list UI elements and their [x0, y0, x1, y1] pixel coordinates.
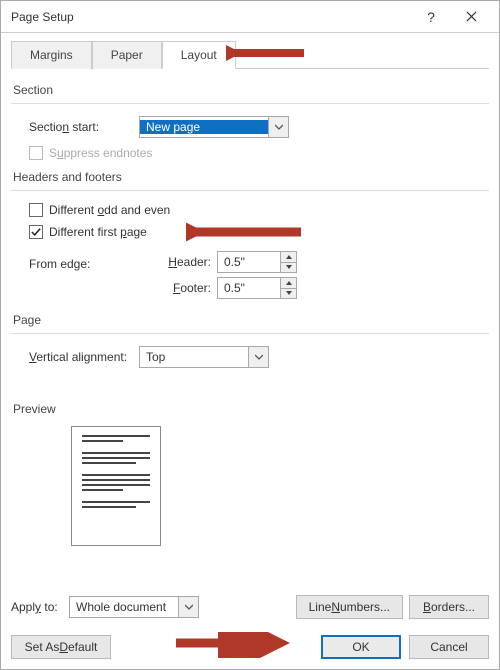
- borders-button[interactable]: Borders...: [409, 595, 489, 619]
- footer-label: Footer:: [157, 281, 217, 295]
- apply-to-combo[interactable]: Whole document: [69, 596, 199, 618]
- close-button[interactable]: [451, 1, 491, 33]
- preview-thumb: [71, 426, 161, 546]
- line-numbers-button[interactable]: Line Numbers...: [296, 595, 403, 619]
- chevron-down-icon: [286, 265, 292, 269]
- footer-bar: Set As Default OK Cancel: [1, 629, 499, 669]
- tab-layout[interactable]: Layout: [162, 41, 236, 69]
- valign-combo[interactable]: Top: [139, 346, 269, 368]
- dialog-body: Margins Paper Layout Section Section sta…: [1, 33, 499, 629]
- suppress-endnotes-label: Suppress endnotes: [49, 146, 152, 160]
- spin-up[interactable]: [281, 252, 296, 262]
- cancel-button[interactable]: Cancel: [409, 635, 489, 659]
- chevron-up-icon: [286, 281, 292, 285]
- checkbox-box: [29, 225, 43, 239]
- close-icon: [466, 11, 477, 22]
- hf-group-label: Headers and footers: [13, 170, 489, 184]
- apply-to-value: Whole document: [70, 600, 178, 614]
- spin-down[interactable]: [281, 288, 296, 299]
- chevron-down-icon: [286, 291, 292, 295]
- section-start-value: New page: [140, 120, 268, 134]
- valign-value: Top: [140, 350, 248, 364]
- section-group-label: Section: [13, 83, 489, 97]
- section-start-combo[interactable]: New page: [139, 116, 289, 138]
- diff-odd-even-label: Different odd and even: [49, 203, 170, 217]
- checkbox-box: [29, 146, 43, 160]
- header-spinner[interactable]: 0.5": [217, 251, 297, 273]
- ok-button[interactable]: OK: [321, 635, 401, 659]
- diff-first-page-checkbox[interactable]: Different first page: [29, 225, 147, 239]
- set-as-default-button[interactable]: Set As Default: [11, 635, 111, 659]
- tabs: Margins Paper Layout: [11, 41, 489, 69]
- dropdown-button[interactable]: [178, 597, 198, 617]
- dialog-title: Page Setup: [11, 10, 411, 24]
- chevron-down-icon: [185, 603, 193, 611]
- annotation-arrow-ok: [171, 632, 291, 658]
- spin-up[interactable]: [281, 278, 296, 288]
- page-group-label: Page: [13, 313, 489, 327]
- preview-label: Preview: [13, 402, 489, 416]
- chevron-down-icon: [255, 353, 263, 361]
- page-setup-dialog: Page Setup ? Margins Paper Layout Sectio…: [0, 0, 500, 670]
- separator: [11, 103, 489, 104]
- footer-value: 0.5": [218, 278, 280, 298]
- dropdown-button[interactable]: [268, 117, 288, 137]
- help-button[interactable]: ?: [411, 1, 451, 33]
- chevron-down-icon: [275, 123, 283, 131]
- title-bar: Page Setup ?: [1, 1, 499, 33]
- checkbox-box: [29, 203, 43, 217]
- tab-margins[interactable]: Margins: [11, 41, 92, 69]
- footer-spinner[interactable]: 0.5": [217, 277, 297, 299]
- from-edge-label: From edge:: [29, 247, 139, 271]
- diff-odd-even-checkbox[interactable]: Different odd and even: [29, 203, 170, 217]
- checkmark-icon: [31, 227, 41, 237]
- apply-to-label: Apply to:: [11, 600, 69, 614]
- spin-down[interactable]: [281, 262, 296, 273]
- annotation-arrow-tab: [226, 41, 306, 65]
- header-value: 0.5": [218, 252, 280, 272]
- chevron-up-icon: [286, 255, 292, 259]
- dropdown-button[interactable]: [248, 347, 268, 367]
- suppress-endnotes-checkbox: Suppress endnotes: [29, 146, 152, 160]
- section-start-label: Section start:: [29, 120, 139, 134]
- valign-label: Vertical alignment:: [29, 350, 139, 364]
- separator: [11, 190, 489, 191]
- header-label: Header:: [157, 255, 217, 269]
- tab-paper[interactable]: Paper: [92, 41, 162, 69]
- separator: [11, 333, 489, 334]
- diff-first-page-label: Different first page: [49, 225, 147, 239]
- annotation-arrow-first-page: [186, 221, 306, 247]
